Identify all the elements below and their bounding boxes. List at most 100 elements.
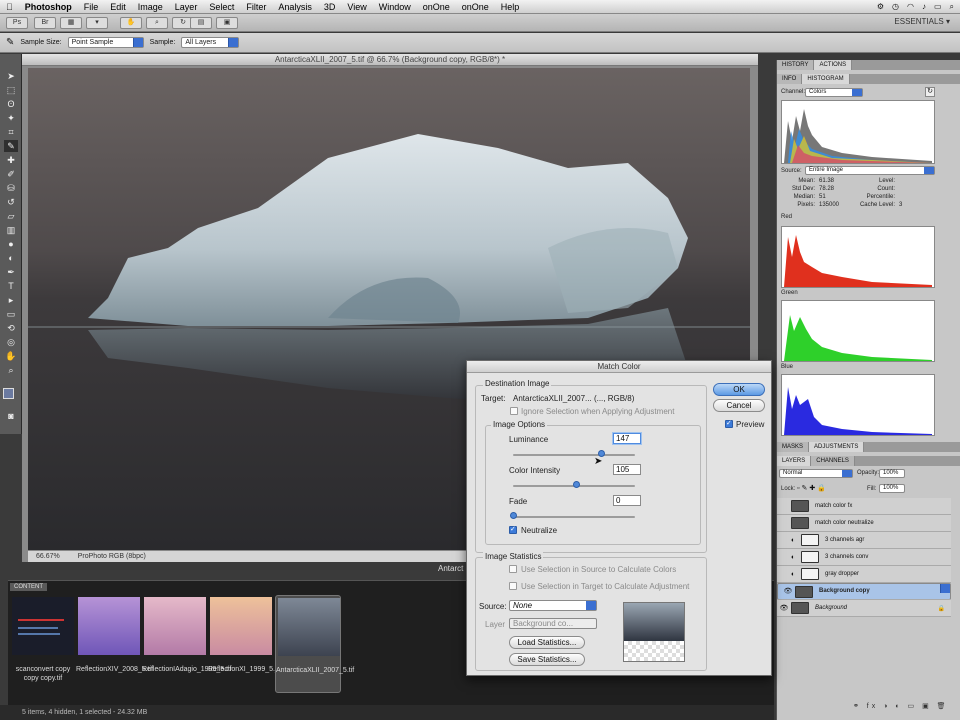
ignore-selection-checkbox[interactable] (510, 407, 518, 415)
histogram-source-select[interactable]: Entire Image (805, 166, 935, 175)
workspace-switcher[interactable]: ESSENTIALS ▾ (894, 17, 950, 26)
use-selection-source-checkbox[interactable] (509, 565, 517, 573)
menu-analysis[interactable]: Analysis (272, 2, 318, 12)
preview-checkbox[interactable] (725, 419, 733, 428)
eyedropper-preset-icon[interactable]: ✎ (6, 37, 14, 48)
lock-icons[interactable]: ▫✎✚🔒 (797, 484, 837, 493)
healing-brush-icon[interactable]: ✚ (4, 154, 18, 166)
dodge-tool-icon[interactable]: ◐ (4, 252, 18, 264)
3d-rotate-icon[interactable]: ⟲ (4, 322, 18, 334)
fill-field[interactable]: 100% (879, 484, 905, 493)
tab-layers[interactable]: LAYERS (777, 456, 812, 466)
move-tool-icon[interactable]: ➤ (4, 70, 18, 82)
tab-masks[interactable]: MASKS (777, 442, 810, 452)
marquee-tool-icon[interactable]: ⬚ (4, 84, 18, 96)
zoom-readout[interactable]: 66.67% (36, 553, 60, 560)
blur-tool-icon[interactable]: ● (4, 238, 18, 250)
content-item[interactable]: ReflectionXIV_2008_5.tif (76, 595, 153, 693)
menu-3d[interactable]: 3D (318, 2, 342, 12)
bluetooth-icon[interactable]: ⚙ (877, 2, 884, 12)
menu-file[interactable]: File (78, 2, 105, 12)
zoom-tool-icon[interactable]: ⌕ (4, 364, 18, 376)
clock-icon[interactable]: ◷ (892, 2, 899, 12)
source-select[interactable]: None (509, 600, 597, 611)
menu-onone-1[interactable]: onOne (417, 2, 456, 12)
lasso-tool-icon[interactable]: ʘ (4, 98, 18, 110)
type-tool-icon[interactable]: T (4, 280, 18, 292)
layer-row[interactable]: ◐ gray dropper (777, 566, 951, 583)
pen-tool-icon[interactable]: ✒ (4, 266, 18, 278)
menu-window[interactable]: Window (373, 2, 417, 12)
content-item[interactable]: ReflectionXI_1999_5.jpg (208, 595, 284, 693)
menu-layer[interactable]: Layer (169, 2, 204, 12)
history-brush-icon[interactable]: ↺ (4, 196, 18, 208)
content-item[interactable]: scanconvert copy copy copy.tif (10, 595, 76, 693)
visibility-icon[interactable]: 👁 (777, 604, 791, 612)
menu-photoshop[interactable]: Photoshop (19, 2, 78, 12)
tab-history[interactable]: HISTORY (777, 60, 815, 70)
menu-view[interactable]: View (341, 2, 372, 12)
fade-slider-track[interactable] (513, 516, 635, 518)
cancel-button[interactable]: Cancel (713, 399, 765, 412)
view-extras-icon[interactable]: ▦ (60, 17, 82, 29)
gradient-tool-icon[interactable]: ▥ (4, 224, 18, 236)
color-intensity-field[interactable]: 105 (613, 464, 641, 475)
content-item-selected[interactable]: AntarcticaXLII_2007_5.tif (275, 595, 354, 693)
hand-tool-icon[interactable]: ✋ (120, 17, 142, 29)
tab-actions[interactable]: ACTIONS (814, 60, 853, 70)
arrange-documents-icon[interactable]: ▤ (190, 17, 212, 29)
hand-tool-icon[interactable]: ✋ (4, 350, 18, 362)
shape-tool-icon[interactable]: ▭ (4, 308, 18, 320)
fade-field[interactable]: 0 (613, 495, 641, 506)
brush-tool-icon[interactable]: ✐ (4, 168, 18, 180)
tab-channels[interactable]: CHANNELS (811, 456, 855, 466)
layers-panel-actions[interactable]: ⚭ fx ◑ ◐ ▭ ▣ 🗑 (853, 702, 953, 712)
color-intensity-slider-knob[interactable] (573, 481, 580, 488)
layer-row[interactable]: match color fx (777, 498, 951, 515)
tab-content[interactable]: CONTENT (10, 583, 47, 591)
refresh-histogram-icon[interactable]: ↻ (925, 87, 935, 97)
magic-wand-icon[interactable]: ✦ (4, 112, 18, 124)
neutralize-checkbox[interactable] (509, 525, 517, 534)
tab-histogram[interactable]: HISTOGRAM (802, 74, 850, 84)
menu-image[interactable]: Image (132, 2, 169, 12)
fade-slider-knob[interactable] (510, 512, 517, 519)
opacity-field[interactable]: 100% (879, 469, 905, 478)
bridge-icon[interactable]: Br (34, 17, 56, 29)
eyedropper-tool-icon[interactable]: ✎ (4, 140, 18, 152)
screen-mode-icon[interactable]: ▣ (216, 17, 238, 29)
wifi-icon[interactable]: ◠ (907, 2, 914, 12)
save-statistics-button[interactable]: Save Statistics... (509, 653, 585, 666)
battery-icon[interactable]: ▭ (934, 2, 942, 12)
sample-select[interactable]: All Layers (181, 37, 240, 48)
clone-stamp-icon[interactable]: ⛁ (4, 182, 18, 194)
3d-orbit-icon[interactable]: ◎ (4, 336, 18, 348)
path-selection-icon[interactable]: ▸ (4, 294, 18, 306)
menu-edit[interactable]: Edit (104, 2, 132, 12)
use-selection-target-checkbox[interactable] (509, 582, 517, 590)
foreground-color-swatch[interactable] (3, 388, 14, 399)
menu-onone-2[interactable]: onOne (456, 2, 495, 12)
load-statistics-button[interactable]: Load Statistics... (509, 636, 585, 649)
content-item[interactable]: ReflectionIAdagio_1999_5.tif (142, 595, 232, 693)
blend-mode-select[interactable]: Normal (779, 469, 853, 478)
channel-select[interactable]: Colors (805, 88, 863, 97)
quick-mask-icon[interactable]: ◙ (4, 410, 18, 422)
tab-adjustments[interactable]: ADJUSTMENTS (809, 442, 865, 452)
tab-info[interactable]: INFO (777, 74, 803, 84)
dialog-title[interactable]: Match Color (467, 361, 771, 373)
ok-button[interactable]: OK (713, 383, 765, 396)
layer-row[interactable]: ◐ 3 channels conv (777, 549, 951, 566)
apple-menu-icon[interactable]:  (0, 2, 19, 12)
sample-size-select[interactable]: Point Sample (67, 37, 144, 48)
eraser-tool-icon[interactable]: ▱ (4, 210, 18, 222)
menu-help[interactable]: Help (495, 2, 526, 12)
spotlight-icon[interactable]: ⌕ (950, 2, 954, 12)
layer-row[interactable]: ◐ 3 channels agr (777, 532, 951, 549)
menu-select[interactable]: Select (203, 2, 240, 12)
crop-tool-icon[interactable]: ⌗ (4, 126, 18, 138)
luminance-field[interactable]: 147 (613, 433, 641, 444)
zoom-tool-icon[interactable]: ⌕ (146, 17, 168, 29)
luminance-slider-track[interactable] (513, 454, 635, 456)
volume-icon[interactable]: ♪ (922, 2, 926, 12)
